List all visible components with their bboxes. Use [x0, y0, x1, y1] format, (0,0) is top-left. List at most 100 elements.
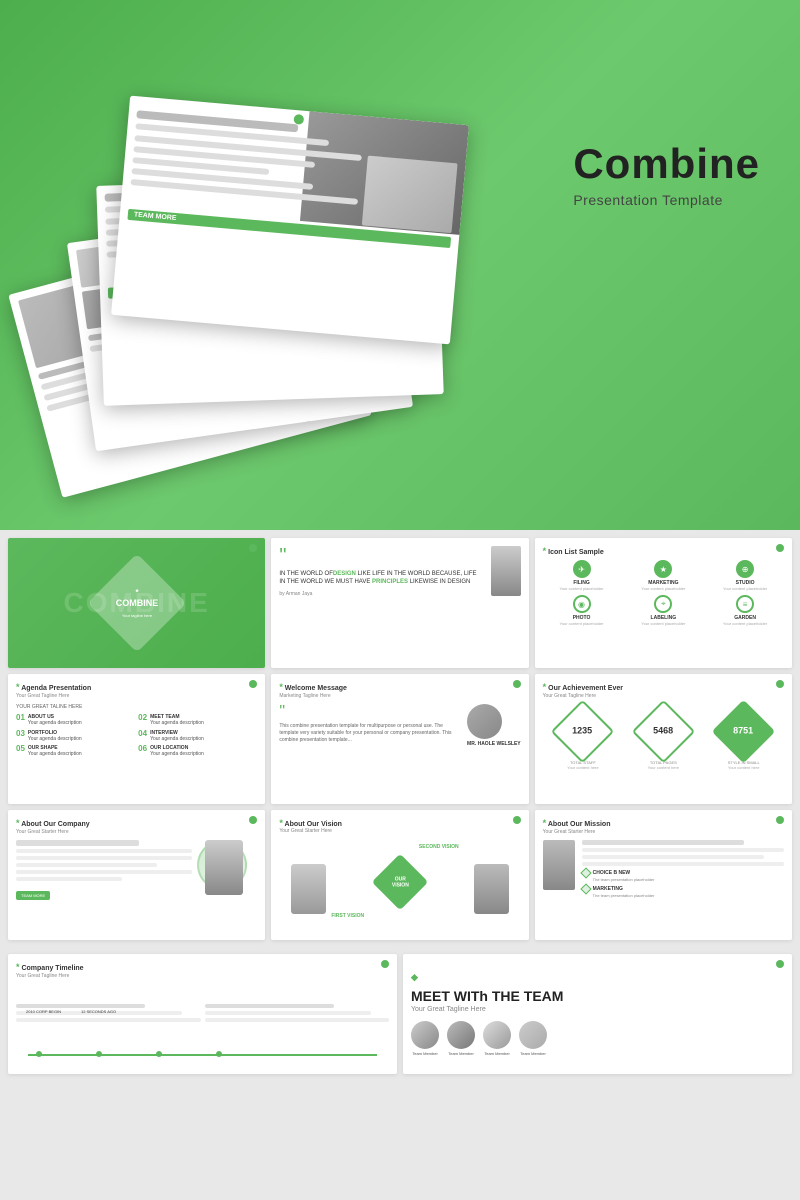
achievement-diamonds: 1235 TOTAL STAFF Your content here 5468 … [543, 709, 784, 770]
agenda-item-1: 01 ABOUT USYour agenda description [16, 714, 135, 727]
vision-content: OURVISION SECOND VISION FIRST VISION [271, 839, 528, 924]
slides-stack: TEAM MORE [20, 30, 470, 500]
company-btn[interactable]: TEAM MORE [16, 891, 50, 900]
corner-dot-5 [513, 680, 521, 688]
achievement-diamond-2: 5468 [631, 700, 695, 764]
corner-dot-1 [249, 544, 257, 552]
icon-list-title: Icon List Sample [548, 549, 604, 556]
achievement-diamond-3: 8751 [712, 700, 776, 764]
icon-item-filing: ✈ FILING Your content placeholder [543, 560, 621, 591]
vision-diamond: OURVISION [372, 853, 429, 910]
timeline-label-1: 2010 CORP BEGIN [26, 1009, 61, 1014]
person-name: MR. HAOLE WELSLEY [467, 741, 521, 747]
team-member-3: Team Member [483, 1021, 511, 1056]
mission-content: CHOICE B NEW The team presentation place… [543, 840, 784, 898]
welcome-body: This combine presentation template for m… [279, 723, 461, 744]
team-member-2: Team Member [447, 1021, 475, 1056]
icon-item-labeling: ⌖ LABELING Your content placeholder [624, 595, 702, 626]
icon-item-garden: ≡ GARDEN Your content placeholder [706, 595, 784, 626]
mission-item-1: CHOICE B NEW [582, 869, 784, 877]
vision-second-label: SECOND VISION [419, 844, 459, 850]
company-content: TEAM MORE [16, 840, 257, 902]
studio-icon: ⊕ [736, 560, 754, 578]
photo-icon: ◉ [573, 595, 591, 613]
corner-dot-8 [513, 816, 521, 824]
bottom-section: * Company Timeline Your Great Tagline He… [0, 948, 800, 1080]
vision-tagline: Your Great Starter Here [279, 828, 520, 834]
company-tagline: Your Great Starter Here [16, 829, 257, 835]
garden-icon: ≡ [736, 595, 754, 613]
agenda-item-5: 05 OUR SHAPEYour agenda description [16, 745, 135, 758]
timeline-dot-2 [96, 1051, 102, 1057]
company-title: About Our Company [21, 821, 89, 828]
meet-asterisk-label: ◆ [411, 972, 784, 983]
icon-item-photo: ◉ PHOTO Your content placeholder [543, 595, 621, 626]
corner-dot-9 [776, 816, 784, 824]
timeline-label-2: 12 SECONDS AGO [81, 1009, 116, 1014]
labeling-icon: ⌖ [654, 595, 672, 613]
timeline-dot-1 [36, 1051, 42, 1057]
timeline-dot-4 [216, 1051, 222, 1057]
quote-icon: " [279, 546, 481, 566]
meet-team-tagline: Your Great Tagline Here [411, 1006, 784, 1013]
corner-dot-6 [776, 680, 784, 688]
welcome-content: " This combine presentation template for… [279, 704, 520, 747]
hero-main-title: Combine [573, 140, 760, 188]
quote-text: IN THE WORLD OFDESIGN LIKE LIFE IN THE W… [279, 570, 481, 587]
slide-achievement: * Our Achievement Ever Your Great Taglin… [535, 674, 792, 804]
timeline-tagline: Your Great Tagline Here [16, 973, 389, 979]
mission-tagline: Your Great Starter Here [543, 829, 784, 835]
slide-quote: " IN THE WORLD OFDESIGN LIKE LIFE IN THE… [271, 538, 528, 668]
achievement-1: 1235 TOTAL STAFF Your content here [560, 709, 605, 770]
agenda-item-3: 03 PORTFOLIOYour agenda description [16, 730, 135, 743]
agenda-items: 01 ABOUT USYour agenda description 02 ME… [16, 714, 257, 758]
agenda-desc: YOUR GREAT TALINE HERE [16, 704, 257, 710]
mission-text: CHOICE B NEW The team presentation place… [582, 840, 784, 898]
company-img-col [197, 840, 257, 902]
achievement-3: 8751 STYLE IN SMALL Your content here [721, 709, 766, 770]
achievement-2: 5468 TOTAL PAGES Your content here [641, 709, 686, 770]
vision-person-left [291, 864, 326, 914]
slides-grid: COMBINE *COMBINEYour tagline here " IN T… [8, 538, 792, 940]
person-area: MR. HAOLE WELSLEY [467, 704, 521, 747]
corner-dot-timeline [381, 960, 389, 968]
slide-mission: * About Our Mission Your Great Starter H… [535, 810, 792, 940]
icon-item-marketing: ★ MARKETING Your content placeholder [624, 560, 702, 591]
timeline-detail-1 [16, 1004, 201, 1025]
vision-first-label: FIRST VISION [331, 913, 364, 919]
marketing-icon: ★ [654, 560, 672, 578]
agenda-title: Agenda Presentation [21, 685, 91, 692]
meet-team-content: ◆ MEET WITh THE TEAM Your Great Tagline … [411, 972, 784, 1056]
combine-diamond-text: *COMBINEYour tagline here [115, 587, 158, 619]
timeline-details [16, 1004, 389, 1025]
icon-item-studio: ⊕ STUDIO Your content placeholder [706, 560, 784, 591]
timeline-dot-3 [156, 1051, 162, 1057]
corner-dot-3 [776, 544, 784, 552]
slide-vision: * About Our Vision Your Great Starter He… [271, 810, 528, 940]
meet-team-title: MEET WITh THE TEAM [411, 988, 784, 1004]
agenda-item-6: 06 OUR LOCATIONYour agenda description [138, 745, 257, 758]
timeline-line [28, 1054, 377, 1056]
mission-title: About Our Mission [548, 821, 611, 828]
slide-green-dot [293, 114, 304, 125]
vision-title: About Our Vision [285, 821, 342, 828]
slides-grid-section: COMBINE *COMBINEYour tagline here " IN T… [0, 530, 800, 948]
company-text: TEAM MORE [16, 840, 192, 902]
filing-icon: ✈ [573, 560, 591, 578]
quote-author: by Arman Jaya [279, 591, 481, 597]
welcome-title: Welcome Message [285, 685, 347, 692]
achievement-tagline: Your Great Tagline Here [543, 693, 784, 699]
vision-header: * About Our Vision Your Great Starter He… [271, 810, 528, 834]
team-member-4: Team Member [519, 1021, 547, 1056]
hero-subtitle: Presentation Template [573, 192, 760, 208]
achievement-diamond-1: 1235 [551, 700, 615, 764]
agenda-item-4: 04 INTERVIEWYour agenda description [138, 730, 257, 743]
slide-meet-team: ◆ MEET WITh THE TEAM Your Great Tagline … [403, 954, 792, 1074]
corner-dot-meet [776, 960, 784, 968]
vision-diamond-text: OURVISION [392, 875, 409, 887]
person-avatar [467, 704, 502, 739]
slide-company: * About Our Company Your Great Starter H… [8, 810, 265, 940]
icon-grid: ✈ FILING Your content placeholder ★ MARK… [543, 560, 784, 626]
slide-card-front: TEAM MORE [111, 96, 469, 345]
agenda-tagline: Your Great Tagline Here [16, 693, 257, 699]
